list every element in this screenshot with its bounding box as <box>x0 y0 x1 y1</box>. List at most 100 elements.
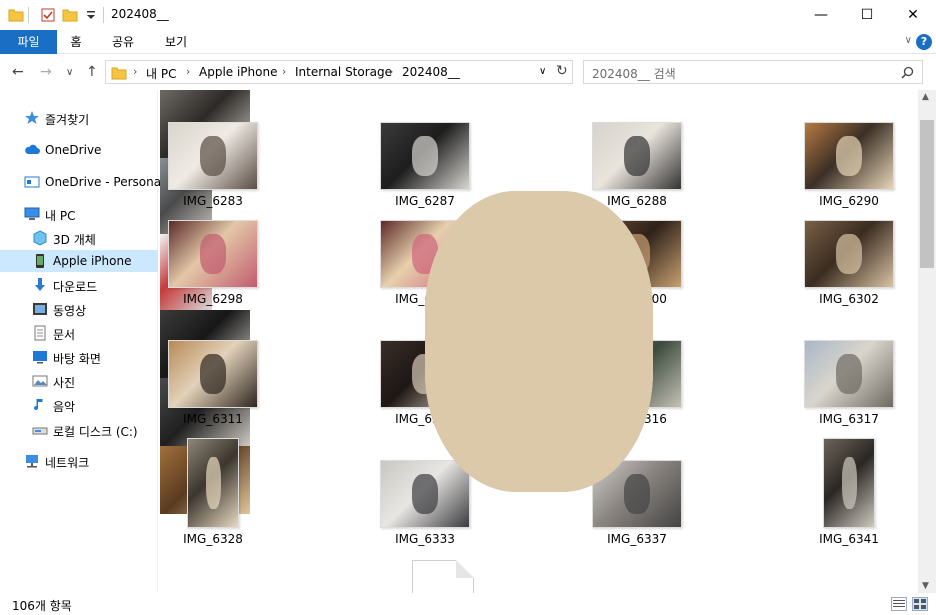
breadcrumb-internal-storage[interactable]: Internal Storage <box>295 65 392 79</box>
sidebar-item-label: 네트워크 <box>45 456 90 470</box>
sidebar-item[interactable]: 즐겨찾기 <box>0 107 158 129</box>
address-bar[interactable]: › 내 PC › Apple iPhone › Internal Storage… <box>105 60 573 84</box>
phone-icon <box>36 254 44 268</box>
window-title: 202408__ <box>111 7 169 21</box>
properties-icon[interactable] <box>40 7 56 23</box>
file-item[interactable]: IMG_6341 <box>584 90 690 208</box>
new-folder-icon[interactable] <box>62 7 78 23</box>
sidebar-item[interactable]: 바탕 화면 <box>0 346 158 368</box>
sidebar-item[interactable]: OneDrive <box>0 139 158 161</box>
cloud-icon <box>25 144 40 154</box>
breadcrumb-my-pc[interactable]: 내 PC <box>146 65 176 82</box>
file-item[interactable]: IMG_6328 <box>160 90 266 546</box>
sidebar-item-label: 사진 <box>53 376 76 390</box>
navigation-pane: 즐겨찾기 OneDrive OneDrive - Personal 내 PC 3D 개체… <box>0 90 164 593</box>
search-box[interactable]: 202408__ 검색 <box>583 60 923 84</box>
photo-thumbnail <box>380 460 470 528</box>
sidebar-item-label: 다운로드 <box>53 280 98 294</box>
computer-icon <box>24 207 40 220</box>
vertical-scrollbar[interactable]: ▲ ▼ <box>918 90 936 593</box>
drive-icon <box>32 427 48 435</box>
sidebar-item[interactable]: Apple iPhone <box>0 250 158 272</box>
sidebar-item-label: 3D 개체 <box>53 233 96 247</box>
scroll-down-icon[interactable]: ▼ <box>922 581 929 591</box>
breadcrumb-separator-icon: › <box>282 65 287 78</box>
folder-icon <box>111 67 127 80</box>
help-icon[interactable]: ? <box>916 34 932 50</box>
sidebar-item[interactable]: 네트워크 <box>0 450 158 472</box>
recent-locations-button[interactable]: ∨ <box>66 67 73 78</box>
up-button[interactable]: ↑ <box>86 64 98 80</box>
tab-view[interactable]: 보기 <box>153 30 199 54</box>
file-item[interactable]: IMG_6348 <box>690 90 796 208</box>
cloud-card-icon <box>24 176 40 188</box>
file-item[interactable]: IMG_6337 <box>372 90 682 546</box>
sidebar-item-label: OneDrive <box>45 143 102 157</box>
file-name: IMG_6302 <box>819 292 879 306</box>
sidebar-item[interactable]: 내 PC <box>0 203 158 225</box>
tab-home[interactable]: 홈 <box>57 30 95 54</box>
maximize-button[interactable]: ☐ <box>844 0 890 30</box>
sidebar-item[interactable]: 문서 <box>0 322 158 344</box>
download-icon <box>35 278 45 291</box>
sidebar-item-label: 문서 <box>53 328 76 342</box>
breadcrumb-apple-iphone[interactable]: Apple iPhone <box>199 65 277 79</box>
tab-file[interactable]: 파일 <box>0 30 57 54</box>
large-icons-view-icon <box>914 599 926 609</box>
title-bar: 202408__ — ☐ ✕ <box>0 0 936 30</box>
music-icon <box>34 399 43 411</box>
sidebar-item[interactable]: 다운로드 <box>0 274 158 296</box>
sidebar-item[interactable]: 음악 <box>0 394 158 416</box>
large-icons-view-button[interactable] <box>912 597 928 611</box>
photo-thumbnail <box>168 340 258 408</box>
file-name: IMG_6333 <box>395 532 455 546</box>
sidebar-item-label: 음악 <box>53 400 76 414</box>
sidebar-item[interactable]: 3D 개체 <box>0 227 158 249</box>
document-icon <box>34 325 46 341</box>
file-name: IMG_6341 <box>819 532 879 546</box>
sidebar-item-label: Apple iPhone <box>53 254 132 268</box>
close-button[interactable]: ✕ <box>890 0 936 30</box>
breadcrumb-separator-icon: › <box>389 65 394 78</box>
scroll-thumb[interactable] <box>920 120 934 268</box>
navigation-bar: ← → ∨ ↑ › 내 PC › Apple iPhone › Internal… <box>0 55 936 90</box>
file-name: IMG_6337 <box>607 532 667 546</box>
cube-icon <box>33 230 47 246</box>
sidebar-item-label: OneDrive - Personal <box>45 175 165 189</box>
refresh-button[interactable]: ↻ <box>556 63 568 79</box>
breadcrumb-current-folder[interactable]: 202408__ <box>402 65 460 79</box>
generic-file-icon[interactable] <box>412 560 474 593</box>
tab-share[interactable]: 공유 <box>101 30 145 54</box>
photo-thumbnail <box>804 220 894 288</box>
folder-icon <box>8 9 24 22</box>
star-icon <box>25 111 39 124</box>
customize-quick-access-icon[interactable] <box>83 7 99 23</box>
sidebar-item[interactable]: 로컬 디스크 (C:) <box>0 419 158 441</box>
sidebar-item-label: 내 PC <box>45 209 76 223</box>
file-list: IMG_6283IMG_6287IMG_6288IMG_6290IMG_6290… <box>160 90 918 593</box>
sidebar-item[interactable]: 사진 <box>0 370 158 392</box>
video-icon <box>33 303 47 315</box>
ribbon-tabs: 파일 홈 공유 보기 ∨ ? <box>0 30 936 54</box>
sidebar-item-label: 바탕 화면 <box>53 352 101 366</box>
picture-icon <box>32 375 48 387</box>
forward-button[interactable]: → <box>40 64 52 80</box>
minimize-button[interactable]: — <box>798 0 844 30</box>
expand-ribbon-button[interactable]: ∨ <box>905 35 912 46</box>
file-item[interactable]: IMG_6333 <box>266 90 470 546</box>
file-item[interactable]: IMG_6349 <box>796 90 902 208</box>
scroll-up-icon[interactable]: ▲ <box>922 92 929 102</box>
sidebar-item[interactable]: OneDrive - Personal <box>0 171 164 193</box>
back-button[interactable]: ← <box>12 64 24 80</box>
search-input[interactable]: 202408__ 검색 <box>592 65 676 82</box>
item-count: 106개 항목 <box>12 599 72 613</box>
sidebar-item[interactable]: 동영상 <box>0 298 158 320</box>
sidebar-item-label: 동영상 <box>53 304 87 318</box>
network-icon <box>26 455 38 468</box>
search-icon[interactable] <box>901 66 914 79</box>
status-bar: 106개 항목 <box>0 593 936 615</box>
details-view-icon <box>893 600 905 607</box>
photo-thumbnail <box>168 220 258 288</box>
details-view-button[interactable] <box>891 597 907 611</box>
address-dropdown-button[interactable]: ∨ <box>539 66 546 77</box>
